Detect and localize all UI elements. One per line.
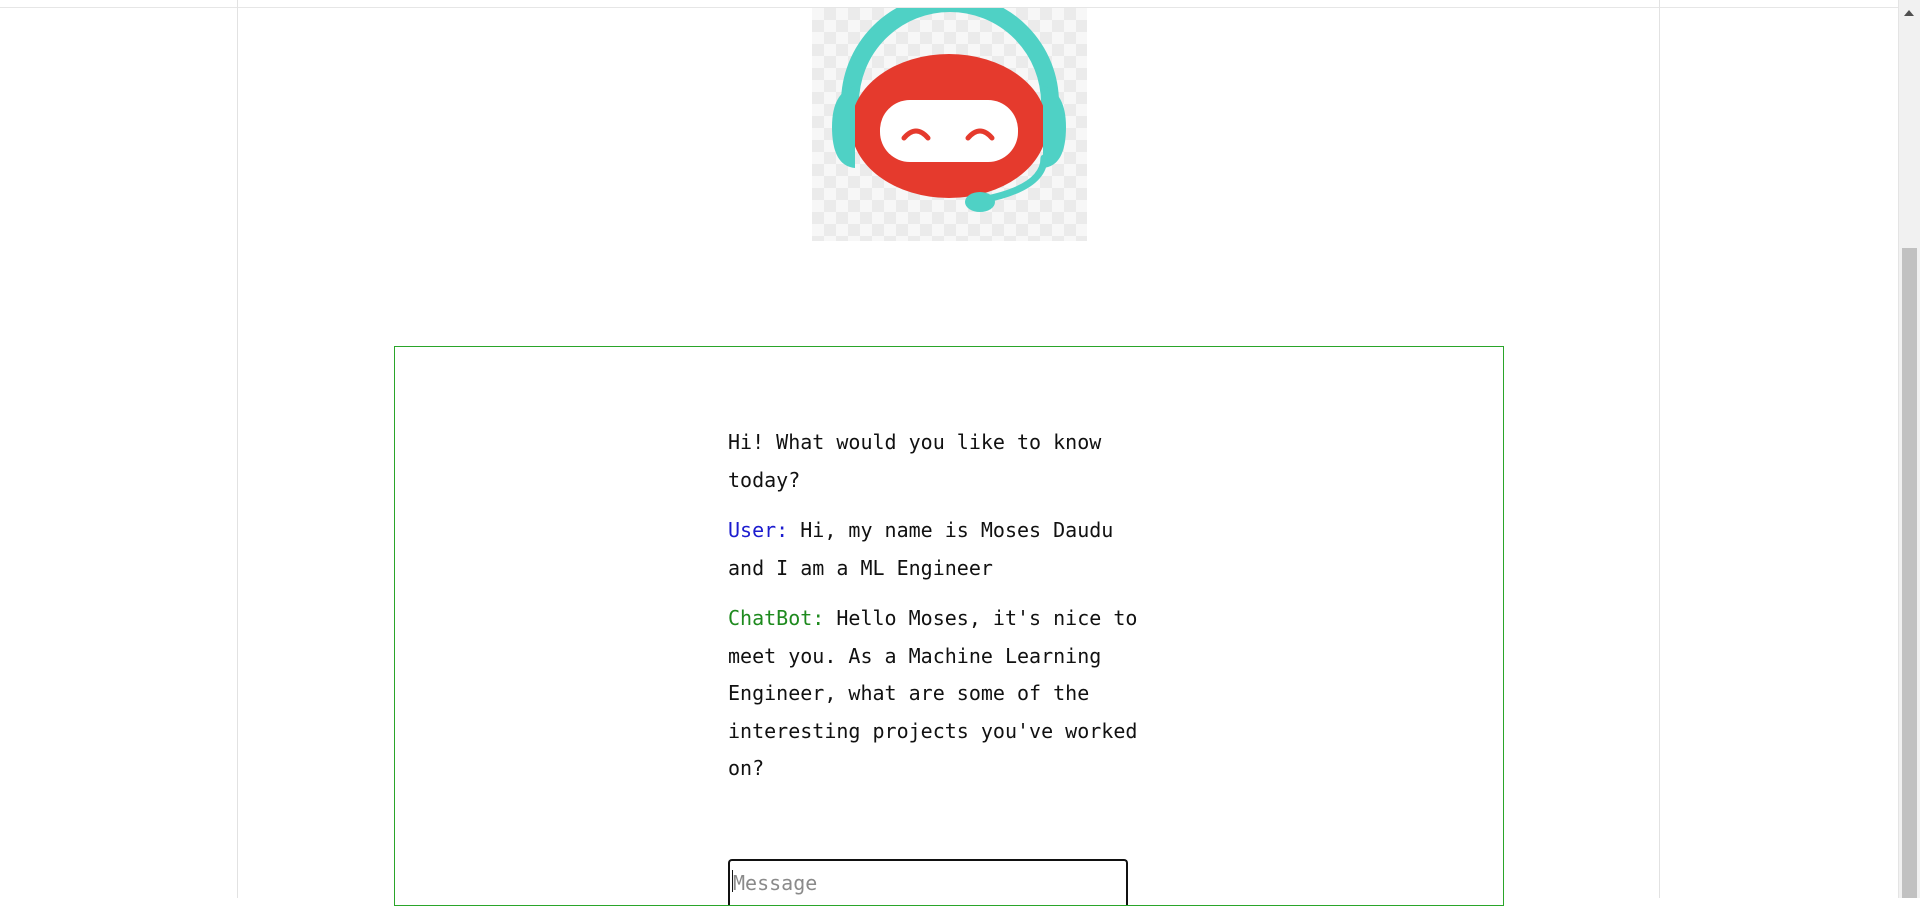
chat-panel: Hi! What would you like to know today? U… bbox=[394, 346, 1504, 906]
user-speaker-label: User: bbox=[728, 518, 789, 542]
scroll-thumb[interactable] bbox=[1902, 248, 1917, 898]
chatbot-logo bbox=[812, 8, 1087, 241]
robot-headset-icon bbox=[832, 8, 1066, 212]
bot-message-text: Hello Moses, it's nice to meet you. As a… bbox=[728, 606, 1138, 780]
bot-greeting: Hi! What would you like to know today? bbox=[728, 430, 1102, 492]
user-message: User: Hi, my name is Moses Daudu and I a… bbox=[728, 512, 1158, 587]
bot-message: ChatBot: Hello Moses, it's nice to meet … bbox=[728, 600, 1158, 788]
message-list: Hi! What would you like to know today? U… bbox=[728, 424, 1158, 801]
bot-speaker-label: ChatBot: bbox=[728, 606, 825, 630]
text-caret bbox=[732, 870, 733, 892]
page-scrollbar[interactable] bbox=[1898, 0, 1920, 898]
scroll-up-arrow-icon[interactable] bbox=[1904, 10, 1914, 16]
message-input[interactable] bbox=[728, 859, 1128, 905]
